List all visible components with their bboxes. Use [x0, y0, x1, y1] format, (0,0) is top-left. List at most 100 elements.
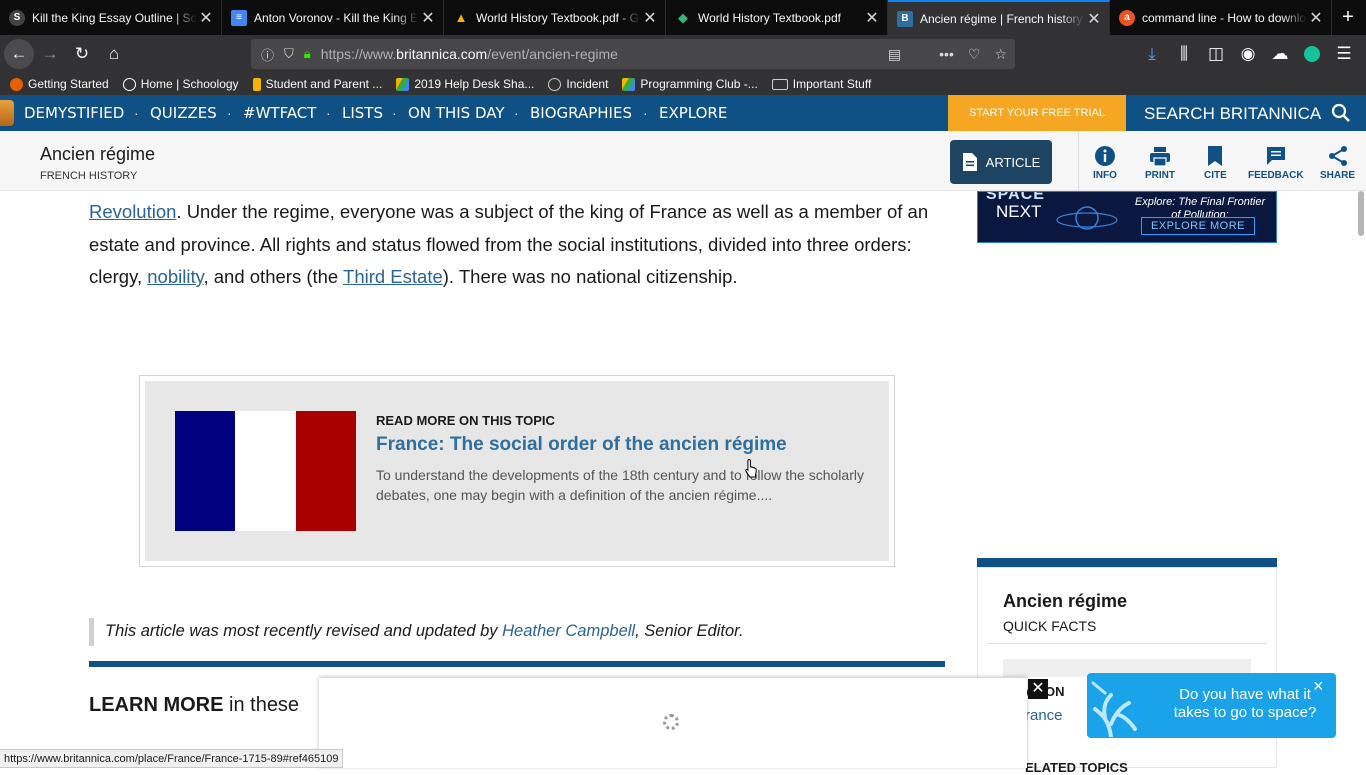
- bookmark-item[interactable]: Getting Started: [10, 77, 109, 91]
- tracking-shield-icon[interactable]: ⛉: [284, 46, 294, 62]
- google-docs-icon: ≡: [231, 9, 247, 26]
- bookmark-label: 2019 Help Desk Sha...: [414, 77, 535, 91]
- nav-wtfact[interactable]: #WTFACT: [243, 95, 316, 131]
- close-popup-button[interactable]: ×: [1313, 676, 1324, 697]
- google-drive-icon: [396, 77, 410, 91]
- britannica-logo[interactable]: [0, 100, 14, 126]
- popup-text: Do you have what it takes to go to space…: [1173, 686, 1317, 721]
- search-icon[interactable]: [1331, 103, 1351, 123]
- bookmark-item[interactable]: 2019 Help Desk Sha...: [396, 77, 534, 91]
- browser-tab[interactable]: ▲ World History Textbook.pdf - Google Dr…: [444, 0, 666, 35]
- library-icon[interactable]: ⫼: [1168, 38, 1200, 70]
- bookmark-item[interactable]: Incident: [548, 77, 608, 91]
- info-icon[interactable]: ⓘ: [261, 45, 274, 64]
- nav-biographies[interactable]: BIOGRAPHIES: [530, 95, 632, 131]
- url-actions: ▤ ••• ♡ ☆: [888, 39, 1015, 69]
- browser-tab[interactable]: ◆ World History Textbook.pdf ✕: [666, 0, 888, 35]
- link-third-estate[interactable]: Third Estate: [343, 266, 443, 287]
- feedback-button[interactable]: FEEDBACK: [1248, 145, 1304, 181]
- forward-button[interactable]: →: [34, 38, 66, 70]
- author-link[interactable]: Heather Campbell: [502, 622, 635, 640]
- browser-tab[interactable]: a command line - How to download ✕: [1110, 0, 1332, 35]
- page-scrollbar[interactable]: [1356, 191, 1366, 768]
- print-button[interactable]: PRINT: [1145, 145, 1175, 181]
- close-tab-icon[interactable]: ✕: [419, 8, 437, 28]
- space-promo-popup[interactable]: Do you have what it takes to go to space…: [1087, 673, 1336, 738]
- nav-on-this-day[interactable]: ON THIS DAY: [408, 95, 505, 131]
- nav-separator: ·: [392, 105, 397, 121]
- quick-facts-title: Ancien régime: [1003, 591, 1128, 611]
- paragraph-text: ). There was no national citizenship.: [442, 266, 738, 287]
- browser-tab-active[interactable]: B Ancien régime | French history | Brita…: [888, 0, 1110, 35]
- space-next-ad-banner[interactable]: SPACE NEXT Explore: The Final Frontier o…: [977, 191, 1277, 243]
- nav-explore[interactable]: EXPLORE: [659, 95, 727, 131]
- bookmark-item[interactable]: Home | Schoology: [122, 77, 239, 91]
- download-icon[interactable]: ⤓: [1136, 38, 1168, 70]
- url-host: britannica.com: [396, 46, 488, 62]
- close-tab-icon[interactable]: ✕: [1307, 8, 1325, 28]
- nav-separator: ·: [514, 105, 519, 121]
- new-tab-button[interactable]: +: [1332, 0, 1364, 35]
- url-bar[interactable]: ⓘ ⛉ 🔒︎ https://www. britannica.com/event/…: [251, 39, 1015, 69]
- bookmark-item[interactable]: Student and Parent ...: [252, 77, 382, 91]
- back-button[interactable]: ←: [4, 39, 34, 69]
- parentvue-icon: [252, 77, 261, 91]
- close-tab-icon[interactable]: ✕: [1085, 9, 1103, 29]
- close-tab-icon[interactable]: ✕: [197, 8, 215, 28]
- info-button[interactable]: INFO: [1093, 145, 1117, 181]
- firefox-icon: [10, 77, 23, 91]
- bottom-ad-overlay[interactable]: [319, 678, 1027, 768]
- close-tab-icon[interactable]: ✕: [641, 8, 659, 28]
- close-tab-icon[interactable]: ✕: [863, 8, 881, 28]
- reader-view-icon[interactable]: ▤: [888, 46, 901, 63]
- feedback-label: FEEDBACK: [1248, 170, 1304, 181]
- toolbar-right: ⤓ ⫼ ◫ ◉ ☁ ☰: [1136, 38, 1360, 70]
- browser-tab[interactable]: ≡ Anton Voronov - Kill the King Essay ✕: [222, 0, 444, 35]
- french-flag-image[interactable]: [175, 411, 356, 531]
- quick-facts-subtitle: QUICK FACTS: [1003, 618, 1097, 634]
- read-more-card[interactable]: READ MORE ON THIS TOPIC France: The soci…: [139, 375, 895, 567]
- cite-button[interactable]: CITE: [1204, 145, 1227, 181]
- link-revolution[interactable]: Revolution: [89, 201, 176, 222]
- share-button[interactable]: SHARE: [1320, 145, 1355, 181]
- bookmark-label: Getting Started: [28, 77, 109, 91]
- lock-icon[interactable]: 🔒︎: [304, 46, 311, 62]
- schoology-icon: S: [9, 9, 25, 26]
- read-more-title-link[interactable]: France: The social order of the ancien r…: [376, 434, 787, 456]
- free-trial-button[interactable]: START YOUR FREE TRIAL: [948, 95, 1126, 131]
- askubuntu-icon: a: [1119, 9, 1135, 26]
- page-actions-icon[interactable]: •••: [939, 46, 954, 62]
- url-path: /event/ancien-regime: [487, 46, 618, 62]
- loading-spinner-icon: [663, 714, 679, 730]
- tab-strip: S Kill the King Essay Outline | Schoolog…: [0, 0, 1366, 35]
- link-nobility[interactable]: nobility: [147, 266, 203, 287]
- grammar-extension-icon[interactable]: [1296, 38, 1328, 70]
- scrollbar-thumb[interactable]: [1358, 191, 1364, 236]
- close-ad-button[interactable]: ✕: [1028, 679, 1048, 699]
- home-button[interactable]: ⌂: [98, 38, 130, 70]
- bookmark-folder[interactable]: Important Stuff: [771, 77, 871, 91]
- nav-separator: ·: [326, 105, 331, 121]
- article-button[interactable]: ARTICLE: [950, 140, 1052, 184]
- account-icon[interactable]: ◉: [1232, 38, 1264, 70]
- sidebar-icon[interactable]: ◫: [1200, 38, 1232, 70]
- extension-icon[interactable]: ☁: [1264, 38, 1296, 70]
- menu-icon[interactable]: ☰: [1328, 38, 1360, 70]
- pocket-icon[interactable]: ♡: [968, 46, 981, 63]
- article-category[interactable]: FRENCH HISTORY: [40, 170, 137, 182]
- nav-quizzes[interactable]: QUIZZES: [150, 95, 217, 131]
- search-britannica-button[interactable]: SEARCH BRITANNICA: [1144, 95, 1321, 131]
- read-more-label: READ MORE ON THIS TOPIC: [376, 413, 555, 428]
- reload-button[interactable]: ↻: [66, 38, 98, 70]
- nav-demystified[interactable]: DEMYSTIFIED: [24, 95, 124, 131]
- tab-title: Kill the King Essay Outline | Schoology: [32, 10, 197, 25]
- bookmark-star-icon[interactable]: ☆: [994, 46, 1007, 63]
- pdf-icon: ◆: [678, 9, 688, 25]
- nav-lists[interactable]: LISTS: [342, 95, 383, 131]
- read-more-inner: READ MORE ON THIS TOPIC France: The soci…: [145, 381, 889, 561]
- location-link[interactable]: rance: [1025, 707, 1063, 724]
- bookmark-item[interactable]: Programming Club -...: [622, 77, 758, 91]
- explore-more-button[interactable]: EXPLORE MORE: [1141, 217, 1255, 235]
- divider: [987, 643, 1267, 644]
- browser-tab[interactable]: S Kill the King Essay Outline | Schoolog…: [0, 0, 222, 35]
